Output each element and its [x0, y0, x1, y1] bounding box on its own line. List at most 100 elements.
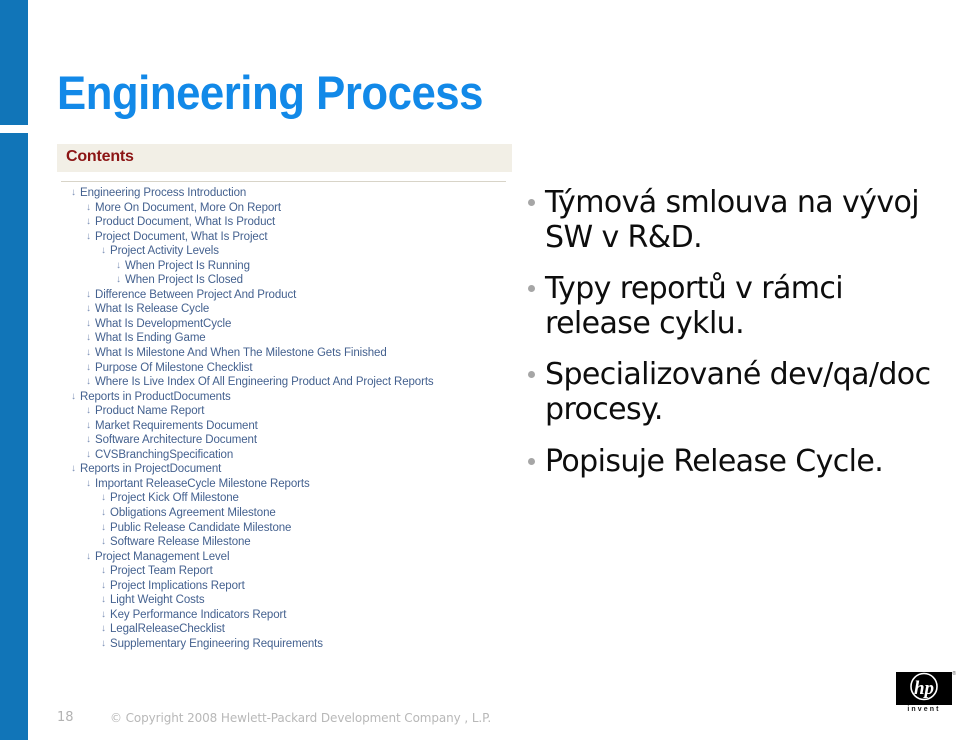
- contents-item-label: CVSBranchingSpecification: [95, 448, 234, 461]
- contents-item[interactable]: ↓ Reports in ProjectDocument: [57, 462, 512, 477]
- contents-item-label: What Is Milestone And When The Milestone…: [95, 347, 387, 360]
- down-arrow-icon: ↓: [86, 405, 91, 417]
- contents-item[interactable]: ↓ When Project Is Closed: [57, 273, 512, 288]
- contents-item[interactable]: ↓ Product Document, What Is Product: [57, 215, 512, 230]
- down-arrow-icon: ↓: [101, 579, 106, 591]
- contents-item[interactable]: ↓ Reports in ProductDocuments: [57, 390, 512, 405]
- bullet-text: Specializované dev/qa/doc procesy.: [545, 357, 931, 428]
- contents-item[interactable]: ↓ Supplementary Engineering Requirements: [57, 637, 512, 650]
- down-arrow-icon: ↓: [101, 245, 106, 257]
- contents-item[interactable]: ↓ What Is Ending Game: [57, 331, 512, 346]
- contents-item[interactable]: ↓ Project Document, What Is Project: [57, 230, 512, 245]
- contents-item[interactable]: ↓ Software Release Milestone: [57, 535, 512, 550]
- contents-item-label: Reports in ProductDocuments: [80, 390, 231, 403]
- contents-item-label: Important ReleaseCycle Milestone Reports: [95, 477, 310, 490]
- contents-item[interactable]: ↓ Difference Between Project And Product: [57, 288, 512, 303]
- down-arrow-icon: ↓: [101, 623, 106, 635]
- contents-item[interactable]: ↓ LegalReleaseChecklist: [57, 622, 512, 637]
- contents-item-label: Project Implications Report: [110, 579, 245, 592]
- contents-item[interactable]: ↓ More On Document, More On Report: [57, 201, 512, 216]
- contents-item[interactable]: ↓ When Project Is Running: [57, 259, 512, 274]
- down-arrow-icon: ↓: [86, 376, 91, 388]
- contents-item-label: Project Activity Levels: [110, 245, 219, 258]
- contents-heading: Contents: [66, 148, 134, 165]
- contents-item-label: Key Performance Indicators Report: [110, 608, 287, 621]
- contents-item[interactable]: ↓ Project Team Report: [57, 564, 512, 579]
- contents-item-label: Market Requirements Document: [95, 419, 258, 432]
- contents-item[interactable]: ↓ Where Is Live Index Of All Engineering …: [57, 375, 512, 390]
- contents-divider: [61, 181, 506, 182]
- contents-item[interactable]: ↓ CVSBranchingSpecification: [57, 448, 512, 463]
- contents-item-label: What Is DevelopmentCycle: [95, 317, 232, 330]
- contents-item-label: Obligations Agreement Milestone: [110, 507, 276, 520]
- down-arrow-icon: ↓: [86, 477, 91, 489]
- bullet-dot-icon: [528, 285, 535, 293]
- down-arrow-icon: ↓: [101, 608, 106, 620]
- down-arrow-icon: ↓: [116, 274, 121, 286]
- contents-panel: Contents ↓ Engineering Process Introducti…: [57, 144, 512, 650]
- contents-item[interactable]: ↓ Engineering Process Introduction: [57, 186, 512, 201]
- down-arrow-icon: ↓: [101, 565, 106, 577]
- contents-list: ↓ Engineering Process Introduction ↓ More O…: [57, 186, 512, 650]
- down-arrow-icon: ↓: [86, 332, 91, 344]
- down-arrow-icon: ↓: [71, 187, 76, 198]
- down-arrow-icon: ↓: [101, 521, 106, 533]
- contents-item[interactable]: ↓ Project Kick Off Milestone: [57, 491, 512, 506]
- down-arrow-icon: ↓: [86, 448, 91, 460]
- contents-item[interactable]: ↓ Purpose Of Milestone Checklist: [57, 361, 512, 376]
- down-arrow-icon: ↓: [86, 434, 91, 446]
- contents-item[interactable]: ↓ Project Activity Levels: [57, 244, 512, 259]
- contents-item[interactable]: ↓ Light Weight Costs: [57, 593, 512, 608]
- contents-item[interactable]: ↓ What Is DevelopmentCycle: [57, 317, 512, 332]
- down-arrow-icon: ↓: [86, 361, 91, 373]
- contents-item-label: Supplementary Engineering Requirements: [110, 637, 323, 650]
- contents-item-label: Where Is Live Index Of All Engineering P…: [95, 376, 434, 389]
- down-arrow-icon: ↓: [86, 230, 91, 242]
- hp-circle-icon: hp: [910, 672, 938, 701]
- down-arrow-icon: ↓: [86, 303, 91, 315]
- copyright-notice: © Copyright 2008 Hewlett-Packard Develop…: [110, 711, 492, 725]
- down-arrow-icon: ↓: [71, 463, 76, 475]
- contents-item[interactable]: ↓ Public Release Candidate Milestone: [57, 521, 512, 536]
- hp-logo-mark: hp ®: [896, 671, 956, 705]
- contents-item[interactable]: ↓ Project Implications Report: [57, 579, 512, 594]
- contents-item-label: Product Document, What Is Product: [95, 216, 276, 229]
- accent-bar-top: [0, 0, 28, 125]
- accent-bar-bottom: [0, 133, 28, 740]
- contents-item-label: Engineering Process Introduction: [80, 187, 247, 199]
- contents-item-label: Reports in ProjectDocument: [80, 463, 222, 476]
- down-arrow-icon: ↓: [101, 594, 106, 606]
- registered-trademark-icon: ®: [952, 671, 956, 677]
- down-arrow-icon: ↓: [86, 317, 91, 329]
- down-arrow-icon: ↓: [86, 347, 91, 359]
- contents-item[interactable]: ↓ Obligations Agreement Milestone: [57, 506, 512, 521]
- contents-item-label: LegalReleaseChecklist: [110, 623, 225, 636]
- contents-item[interactable]: ↓ Market Requirements Document: [57, 419, 512, 434]
- contents-item[interactable]: ↓ Key Performance Indicators Report: [57, 608, 512, 623]
- down-arrow-icon: ↓: [86, 201, 91, 213]
- contents-item-label: Project Document, What Is Project: [95, 230, 268, 243]
- bullet-text: Týmová smlouva na vývoj SW v R&D.: [545, 185, 920, 256]
- contents-item[interactable]: ↓ Product Name Report: [57, 404, 512, 419]
- bullet-dot-icon: [528, 371, 535, 379]
- contents-item[interactable]: ↓ Software Architecture Document: [57, 433, 512, 448]
- bullet-dot-icon: [528, 457, 535, 465]
- contents-item[interactable]: ↓ What Is Milestone And When The Mileston…: [57, 346, 512, 361]
- page-number: 18: [57, 710, 74, 725]
- down-arrow-icon: ↓: [101, 637, 106, 649]
- down-arrow-icon: ↓: [86, 288, 91, 300]
- contents-item-label: More On Document, More On Report: [95, 201, 281, 214]
- bullet-dot-icon: [528, 199, 535, 206]
- contents-item-label: When Project Is Closed: [125, 274, 243, 287]
- down-arrow-icon: ↓: [101, 536, 106, 548]
- hp-logo-tagline: invent: [907, 706, 941, 713]
- down-arrow-icon: ↓: [86, 216, 91, 228]
- bullet-item: Typy reportů v rámci release cyklu.: [528, 271, 948, 341]
- contents-item[interactable]: ↓ Project Management Level: [57, 550, 512, 565]
- contents-item[interactable]: ↓ Important ReleaseCycle Milestone Report…: [57, 477, 512, 492]
- page-title: Engineering Process: [57, 66, 483, 119]
- contents-item-label: Project Kick Off Milestone: [110, 492, 239, 505]
- bullet-item: Popisuje Release Cycle.: [528, 444, 948, 479]
- contents-item[interactable]: ↓ What Is Release Cycle: [57, 302, 512, 317]
- bullet-item: Týmová smlouva na vývoj SW v R&D.: [528, 185, 948, 255]
